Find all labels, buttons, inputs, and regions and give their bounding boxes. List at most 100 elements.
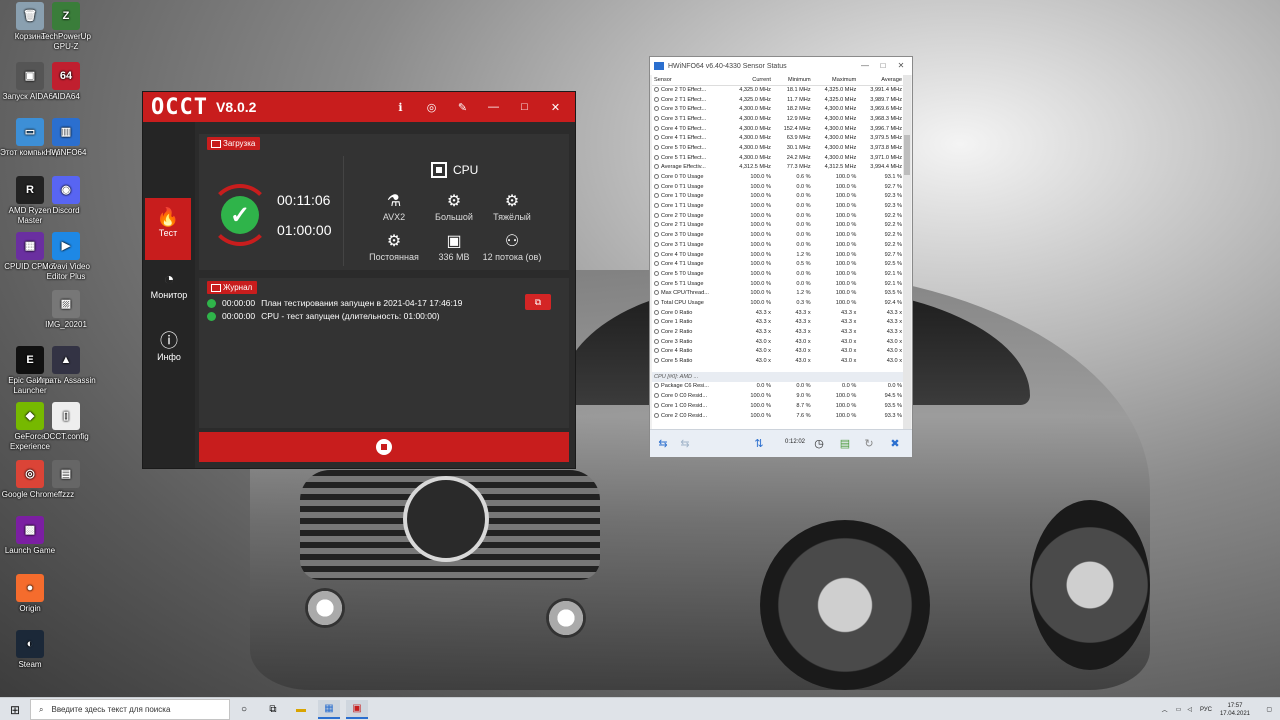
sensor-name-cell: Core 0 C0 Resid... — [652, 391, 727, 401]
sensor-row[interactable]: Core 5 T0 Effect... 4,300.0 MHz 30.1 MHz 4,… — [652, 143, 904, 153]
occt-titlebar[interactable]: OCCT V8.0.2 ℹ ◎ ✎ — □ ✕ — [143, 92, 575, 122]
sensor-row[interactable]: Core 3 T0 Usage 100.0 % 0.0 % 100.0 % 92.2 % — [652, 230, 904, 240]
sensor-row[interactable]: Core 5 T1 Usage 100.0 % 0.0 % 100.0 % 92.1 % — [652, 279, 904, 289]
scrollbar-thumb[interactable] — [904, 135, 910, 175]
sensor-row[interactable]: Core 4 T1 Usage 100.0 % 0.5 % 100.0 % 92.5 % — [652, 259, 904, 269]
copy-log-button[interactable]: ⧉ — [525, 294, 551, 310]
sensor-value-cell: 100.0 % — [750, 183, 771, 190]
desktop-icon[interactable]: ▶ Movavi Video Editor Plus — [36, 232, 96, 282]
sensor-row[interactable]: Package C6 Resi... 0.0 % 0.0 % 0.0 % 0.0 % — [652, 382, 904, 392]
search-input[interactable]: ⌕ Введите здесь текст для поиска — [30, 699, 230, 720]
sensor-row[interactable]: Core 0 T0 Usage 100.0 % 0.6 % 100.0 % 93.1 % — [652, 172, 904, 182]
sidebar-item-test[interactable]: 🔥 Тест — [145, 198, 191, 260]
sensor-row[interactable]: Core 2 T0 Usage 100.0 % 0.0 % 100.0 % 92.2 % — [652, 211, 904, 221]
column-header[interactable]: Minimum — [772, 75, 813, 86]
close-button[interactable]: ✕ — [892, 57, 910, 75]
sensor-status-icon — [654, 193, 659, 199]
sensor-row[interactable]: Total CPU Usage 100.0 % 0.3 % 100.0 % 92.4 % — [652, 298, 904, 308]
settings-icon[interactable]: ✎ — [447, 101, 478, 114]
sensor-row[interactable]: Core 4 T0 Effect... 4,300.0 MHz 152.4 MHz 4… — [652, 124, 904, 134]
sensor-row[interactable]: Core 2 T1 Effect... 4,325.0 MHz 11.7 MHz 4,… — [652, 95, 904, 105]
sensor-row[interactable]: Core 2 T1 Usage 100.0 % 0.0 % 100.0 % 92.2 % — [652, 221, 904, 231]
sensor-row[interactable]: Core 4 T1 Effect... 4,300.0 MHz 63.9 MHz 4,… — [652, 133, 904, 143]
sensor-row[interactable]: Core 0 T1 Usage 100.0 % 0.0 % 100.0 % 92.7 % — [652, 182, 904, 192]
sensor-table-container[interactable]: Sensor Current Minimum Maximum Average C… — [652, 75, 904, 431]
sensor-row[interactable]: Core 3 T0 Effect... 4,300.0 MHz 18.2 MHz 4,… — [652, 104, 904, 114]
maximize-button[interactable]: □ — [509, 101, 540, 113]
sensor-row[interactable]: Core 1 C0 Resid... 100.0 % 8.7 % 100.0 % 93.… — [652, 401, 904, 411]
tray-up-arrow-icon[interactable]: ︿ — [1162, 705, 1168, 714]
clock-icon[interactable]: ◷ — [810, 436, 828, 452]
stop-icon[interactable] — [376, 439, 392, 455]
language-indicator[interactable]: РУС — [1200, 707, 1212, 713]
sensor-row[interactable]: Core 4 Ratio 43.0 x 43.0 x 43.0 x 43.0 x — [652, 347, 904, 357]
info-icon[interactable]: ℹ — [385, 101, 416, 114]
taskbar-app-occt[interactable]: ▣ — [346, 700, 368, 719]
desktop-icon[interactable]: ▩ Launch Game — [0, 516, 60, 556]
desktop-icon[interactable]: ▲ Играть Assassin — [36, 346, 96, 386]
sensor-row[interactable]: Core 2 T0 Effect... 4,325.0 MHz 18.1 MHz 4,… — [652, 85, 904, 95]
desktop-icon[interactable]: ▤ ffzzz — [36, 460, 96, 500]
file-explorer-icon[interactable]: ▬ — [290, 700, 312, 719]
log-file-icon[interactable]: ▤ — [836, 436, 854, 452]
cortana-icon[interactable]: ○ — [233, 700, 255, 719]
taskbar-app-hwinfo[interactable]: ▦ — [318, 700, 340, 719]
maximize-button[interactable]: □ — [874, 57, 892, 75]
sensor-row[interactable]: Core 4 T0 Usage 100.0 % 1.2 % 100.0 % 92.7 % — [652, 250, 904, 260]
close-button[interactable]: ✕ — [540, 101, 571, 114]
sensor-row[interactable]: Core 0 Ratio 43.3 x 43.3 x 43.3 x 43.3 x — [652, 308, 904, 318]
notification-icon[interactable]: ▢ — [1266, 706, 1272, 713]
sensor-row[interactable]: Core 5 T0 Usage 100.0 % 0.0 % 100.0 % 92.1 % — [652, 269, 904, 279]
minimize-button[interactable]: — — [856, 57, 874, 75]
sidebar-item-info[interactable]: ⓘ Инфо — [143, 322, 195, 384]
nav-disabled-icon[interactable]: ⇆ — [676, 436, 694, 452]
desktop-icon-label: Играть Assassin — [36, 376, 96, 385]
sensor-row[interactable]: Core 3 Ratio 43.0 x 43.0 x 43.0 x 43.0 x — [652, 337, 904, 347]
desktop-icon[interactable]: ▯ OCCT.config — [36, 402, 96, 442]
sensor-row[interactable]: Core 2 Ratio 43.3 x 43.3 x 43.3 x 43.3 x — [652, 327, 904, 337]
sensor-row[interactable]: Core 1 T1 Usage 100.0 % 0.0 % 100.0 % 92.3 % — [652, 201, 904, 211]
screenshot-icon[interactable]: ◎ — [416, 101, 447, 114]
column-header[interactable]: Sensor — [652, 75, 728, 86]
desktop-icon[interactable]: ▨ IMG_20201 — [36, 290, 96, 330]
sensor-row[interactable]: Core 2 C0 Resid... 100.0 % 7.6 % 100.0 % 93.… — [652, 411, 904, 421]
scrollbar[interactable] — [903, 75, 911, 431]
clock[interactable]: 17:57 17.04.2021 — [1220, 702, 1250, 718]
column-header[interactable]: Maximum — [812, 75, 859, 86]
sensor-row[interactable]: Core 3 T1 Usage 100.0 % 0.0 % 100.0 % 92.2 % — [652, 240, 904, 250]
desktop-icon[interactable]: ● Origin — [0, 574, 60, 614]
sensor-row[interactable]: Core 1 Ratio 43.3 x 43.3 x 43.3 x 43.3 x — [652, 318, 904, 328]
sensor-row[interactable]: Core 1 T0 Usage 100.0 % 0.0 % 100.0 % 92.3 % — [652, 192, 904, 202]
sensor-row[interactable]: Max CPU/Thread... 100.0 % 1.2 % 100.0 % 93.5… — [652, 288, 904, 298]
sensor-group-row[interactable]: CPU [#0]: AMD ... — [652, 371, 904, 382]
network-icon[interactable]: ▭ — [1176, 706, 1182, 713]
sensor-row[interactable]: Core 0 C0 Resid... 100.0 % 9.0 % 100.0 % 94.… — [652, 391, 904, 401]
sensor-row[interactable]: Average Effectiv... 4,312.5 MHz 77.3 MHz 4,… — [652, 163, 904, 173]
minimize-button[interactable]: — — [478, 101, 509, 113]
sensor-row[interactable]: Core 5 T1 Effect... 4,300.0 MHz 24.2 MHz 4,… — [652, 153, 904, 163]
sensor-status-icon — [654, 87, 659, 93]
desktop-icon[interactable]: ◐ Steam — [0, 630, 60, 670]
desktop-icon[interactable]: ▥ HWiNFO64 — [36, 118, 96, 158]
close-sensors-icon[interactable]: ✖ — [886, 436, 904, 452]
sensor-status-icon — [654, 115, 659, 121]
desktop-icon[interactable]: 64 AIDA64 — [36, 62, 96, 102]
hwinfo-titlebar[interactable]: HWiNFO64 v6.40-4330 Sensor Status — □ ✕ — [650, 57, 912, 75]
stop-bar[interactable] — [199, 432, 569, 462]
sensor-value-cell: 0.0 % — [796, 241, 811, 248]
nav-left-right-icon[interactable]: ⇆ — [654, 436, 672, 452]
sensor-value-cell: 43.0 x — [841, 358, 857, 365]
network-icon[interactable]: ⇅ — [750, 436, 768, 452]
sensor-row[interactable]: Core 3 T1 Effect... 4,300.0 MHz 12.9 MHz 4,… — [652, 114, 904, 124]
volume-icon[interactable]: ◁ — [1187, 706, 1192, 713]
task-view-icon[interactable]: ⧉ — [262, 700, 284, 719]
desktop-icon[interactable]: ◉ Discord — [36, 176, 96, 216]
sidebar-item-monitor[interactable]: ◔ Монитор — [143, 260, 195, 322]
sensor-row[interactable]: Core 5 Ratio 43.0 x 43.0 x 43.0 x 43.0 x — [652, 356, 904, 366]
column-header[interactable]: Current — [727, 75, 773, 86]
test-name: CPU — [431, 162, 478, 178]
start-button[interactable]: ⊞ — [0, 698, 30, 720]
column-header[interactable]: Average — [858, 75, 904, 86]
desktop-icon[interactable]: Z TechPowerUp GPU-Z — [36, 2, 96, 52]
reset-icon[interactable]: ↻ — [860, 436, 878, 452]
